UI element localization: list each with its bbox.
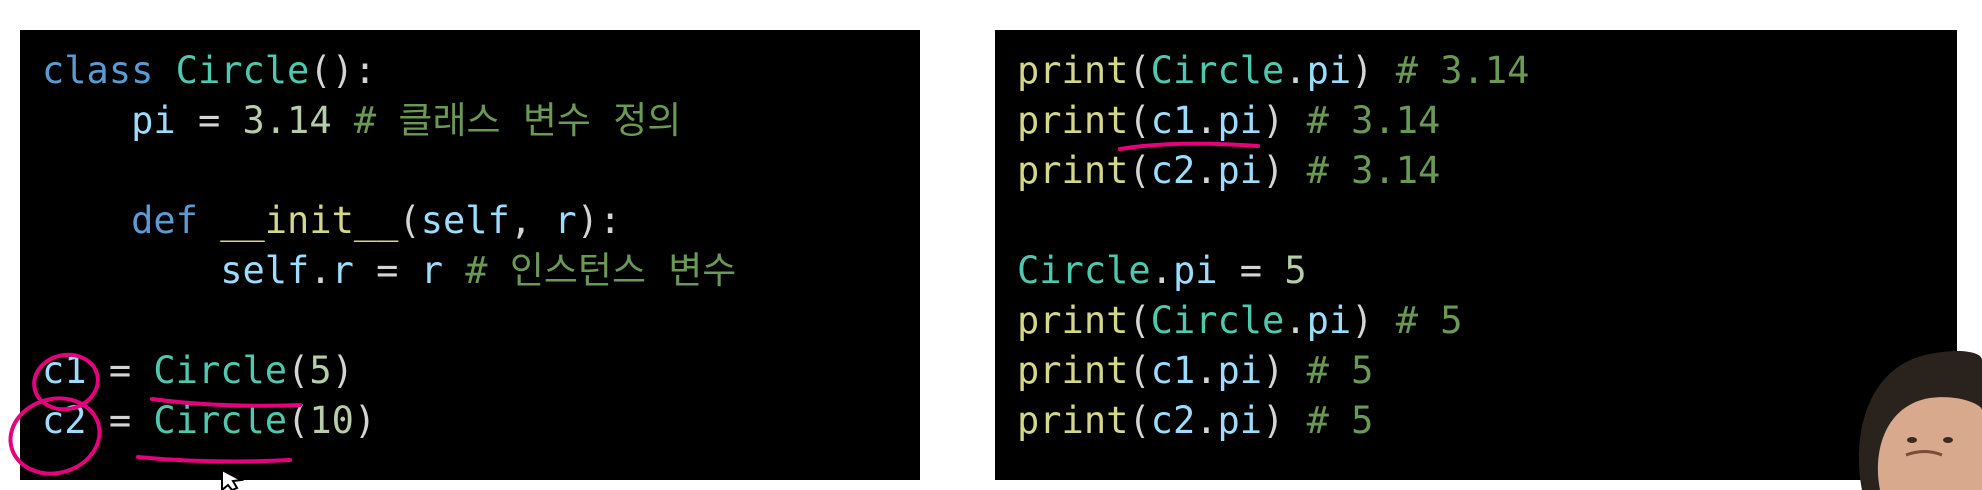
code-token: ( [1128, 49, 1151, 92]
code-line: print(c2.pi) # 5 [1017, 396, 1373, 446]
code-token: pi [1172, 249, 1218, 292]
code-token: ( [1128, 299, 1151, 342]
code-token: c1 [42, 349, 87, 392]
code-panel-print-output: print(Circle.pi) # 3.14 print(c1.pi) # 3.… [995, 30, 1957, 480]
code-token: = [86, 349, 154, 392]
code-token: ) [1351, 299, 1374, 342]
code-token: # 5 [1284, 399, 1374, 442]
code-token: . [1150, 249, 1173, 292]
code-token: ( [287, 399, 310, 442]
code-token: print [1017, 349, 1129, 392]
code-token: ) [1262, 349, 1285, 392]
code-token: r [420, 249, 443, 292]
code-token: ) [1262, 149, 1285, 192]
code-token: def [131, 199, 198, 242]
code-token: ( [398, 199, 421, 242]
code-line: print(Circle.pi) # 3.14 [1017, 46, 1529, 96]
code-line: print(c1.pi) # 3.14 [1017, 96, 1440, 146]
code-token: r [331, 249, 354, 292]
code-token: print [1017, 149, 1129, 192]
code-token: # 5 [1373, 299, 1463, 342]
code-token: ( [287, 349, 310, 392]
code-token: pi [1217, 349, 1263, 392]
code-token: c1 [1150, 349, 1196, 392]
code-token: self [220, 249, 310, 292]
code-token: c2 [1150, 149, 1196, 192]
code-token: pi [1217, 149, 1263, 192]
code-token: Circle [153, 349, 288, 392]
code-token: . [1195, 99, 1218, 142]
code-token: # 인스턴스 변수 [443, 249, 737, 292]
code-panel-class-definition: class Circle(): pi = 3.14 # 클래스 변수 정의 de… [20, 30, 920, 480]
code-token: ( [1128, 149, 1151, 192]
code-token: 5 [309, 349, 332, 392]
code-token: 3.14 [242, 99, 332, 142]
code-token: 5 [1284, 249, 1307, 292]
code-line: self.r = r # 인스턴스 변수 [42, 246, 736, 296]
code-line: Circle.pi = 5 [1017, 246, 1307, 296]
code-line: def __init__(self, r): [42, 196, 621, 246]
code-token: # 3.14 [1373, 49, 1530, 92]
code-token: c1 [1150, 99, 1196, 142]
code-token: self [420, 199, 510, 242]
code-token: ) [331, 349, 354, 392]
code-token: ( [1128, 399, 1151, 442]
code-token: = [353, 249, 421, 292]
code-token: ( [1128, 99, 1151, 142]
code-token: __init__ [220, 199, 399, 242]
code-token: print [1017, 99, 1129, 142]
code-token: pi [1306, 49, 1352, 92]
code-token: = [175, 99, 243, 142]
code-token: . [1195, 399, 1218, 442]
code-token: # 3.14 [1284, 149, 1441, 192]
code-token: . [1284, 49, 1307, 92]
code-token: pi [131, 99, 176, 142]
code-line: pi = 3.14 # 클래스 변수 정의 [42, 96, 681, 146]
code-token: . [309, 249, 332, 292]
code-token: , [509, 199, 555, 242]
code-line: print(c1.pi) # 5 [1017, 346, 1373, 396]
code-token: ) [1351, 49, 1374, 92]
code-token: ) [1262, 399, 1285, 442]
code-token: Circle [153, 399, 288, 442]
code-token: . [1195, 349, 1218, 392]
code-line: c1 = Circle(5) [42, 346, 354, 396]
code-token: # 3.14 [1284, 99, 1441, 142]
code-token: # 클래스 변수 정의 [331, 99, 682, 142]
code-token: 10 [309, 399, 354, 442]
code-token: Circle [175, 49, 310, 92]
code-token: . [1195, 149, 1218, 192]
code-line: c2 = Circle(10) [42, 396, 376, 446]
code-token: r [554, 199, 577, 242]
code-token: Circle [1150, 49, 1285, 92]
code-token: c2 [42, 399, 87, 442]
code-token: Circle [1017, 249, 1151, 292]
code-token: = [1217, 249, 1285, 292]
code-token: pi [1217, 399, 1263, 442]
code-token: . [1284, 299, 1307, 342]
code-token: print [1017, 399, 1129, 442]
code-token: pi [1217, 99, 1263, 142]
code-token: (): [309, 49, 377, 92]
code-token: class [42, 49, 154, 92]
code-token: = [86, 399, 154, 442]
code-token: pi [1306, 299, 1352, 342]
code-token: ): [576, 199, 622, 242]
code-line: print(Circle.pi) # 5 [1017, 296, 1463, 346]
code-token: print [1017, 299, 1129, 342]
code-token: # 5 [1284, 349, 1374, 392]
code-token: ) [353, 399, 377, 442]
code-line: class Circle(): [42, 46, 376, 96]
code-line: print(c2.pi) # 3.14 [1017, 146, 1440, 196]
code-token: c2 [1150, 399, 1196, 442]
code-token: ) [1262, 99, 1285, 142]
code-token: print [1017, 49, 1129, 92]
code-token: Circle [1150, 299, 1285, 342]
code-token: ( [1128, 349, 1151, 392]
